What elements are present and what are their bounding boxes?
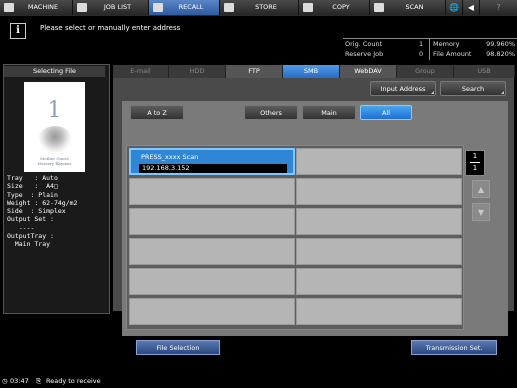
empty-address-slot[interactable] [296, 148, 462, 175]
store-icon [224, 3, 234, 12]
all-button[interactable]: All [360, 105, 412, 120]
main-button[interactable]: Main [302, 105, 356, 120]
machine-icon [4, 3, 14, 12]
reserve-job-value: 0 [419, 50, 424, 58]
empty-address-slot[interactable] [296, 178, 462, 205]
info-icon: i [10, 23, 26, 39]
empty-address-slot[interactable] [129, 208, 295, 235]
help-icon[interactable]: ? [480, 0, 517, 15]
search-button[interactable]: Search [440, 81, 506, 96]
scroll-down-button[interactable]: ▼ [472, 203, 490, 221]
counter-panel: Orig. Count 1 Memory 99.960% Reserve Job… [343, 38, 517, 60]
status-bar: ◷ 03:47 ⎘ Ready to receive [0, 375, 517, 388]
address-value: 192.168.3.152 [139, 164, 287, 173]
clock-icon: ◷ [2, 377, 8, 385]
empty-address-slot[interactable] [296, 238, 462, 265]
total-pages: 1 [472, 164, 478, 172]
tab-label: RECALL [178, 3, 204, 11]
status-icon: ⎘ [36, 377, 42, 385]
tab-store[interactable]: STORE [220, 0, 299, 15]
tab-usb[interactable]: USB [454, 65, 515, 78]
empty-address-slot[interactable] [296, 208, 462, 235]
scan-icon [374, 3, 384, 12]
input-address-button[interactable]: Input Address [370, 81, 436, 96]
address-name: PRESS_xxxx Scan [141, 153, 199, 161]
tab-email[interactable]: E-mail [113, 65, 169, 78]
thumbnail-caption: Mother Goose Nursery Rhymes [37, 156, 72, 166]
memory-label: Memory [433, 40, 460, 48]
reserve-job-label: Reserve Job [345, 50, 384, 58]
status-time: 03:47 [10, 377, 29, 385]
memory-value: 99.960% [486, 40, 515, 48]
recall-icon [153, 3, 163, 12]
transmission-set-button[interactable]: Transmission Set. [411, 340, 497, 355]
address-entry[interactable]: PRESS_xxxx Scan 192.168.3.152 [129, 148, 295, 175]
tab-machine[interactable]: MACHINE [0, 0, 73, 15]
thumbnail-illustration [38, 126, 72, 152]
tab-webdav[interactable]: WebDAV [340, 65, 397, 78]
tab-ftp[interactable]: FTP [226, 65, 283, 78]
globe-icon[interactable]: 🌐 [446, 0, 463, 15]
tab-label: COPY [332, 3, 350, 11]
tab-job-list[interactable]: JOB LIST [73, 0, 149, 15]
empty-address-slot[interactable] [296, 268, 462, 295]
empty-address-slot[interactable] [129, 298, 295, 325]
empty-address-slot[interactable] [296, 298, 462, 325]
page-indicator: 1 1 [465, 150, 485, 176]
empty-address-slot[interactable] [129, 178, 295, 205]
file-amount-value: 98.820% [486, 50, 515, 58]
job-list-icon [77, 3, 87, 12]
current-page: 1 [472, 152, 478, 160]
panel-title: Selecting File [4, 66, 105, 77]
tab-hdd[interactable]: HDD [169, 65, 226, 78]
tab-label: SCAN [405, 3, 424, 11]
status-text: Ready to receive [46, 377, 101, 385]
scroll-up-button[interactable]: ▲ [472, 180, 490, 198]
thumbnail-number: 1 [47, 98, 62, 123]
tab-label: MACHINE [27, 3, 59, 11]
others-button[interactable]: Others [244, 105, 298, 120]
tab-group[interactable]: Group [397, 65, 454, 78]
file-selection-button[interactable]: File Selection [136, 340, 220, 355]
orig-count-value: 1 [419, 40, 424, 48]
tab-smb[interactable]: SMB [283, 65, 340, 78]
tab-label: JOB LIST [103, 3, 132, 11]
orig-count-label: Orig. Count [345, 40, 383, 48]
top-menu-bar: MACHINE JOB LIST RECALL STORE COPY SCAN … [0, 0, 517, 16]
file-specs: Tray : Auto Size : A4□ Type : Plain Weig… [7, 174, 78, 249]
file-thumbnail: 1 Mother Goose Nursery Rhymes [24, 82, 85, 172]
empty-address-slot[interactable] [129, 268, 295, 295]
empty-address-slot[interactable] [129, 238, 295, 265]
file-amount-label: File Amount [433, 50, 472, 58]
tab-scan[interactable]: SCAN [370, 0, 446, 15]
copy-icon [303, 3, 313, 12]
a-to-z-button[interactable]: A to Z [130, 105, 184, 120]
volume-icon[interactable]: ◀ [463, 0, 480, 15]
tab-copy[interactable]: COPY [299, 0, 370, 15]
tab-label: STORE [255, 3, 277, 11]
tab-recall[interactable]: RECALL [149, 0, 220, 15]
message-text: Please select or manually enter address [40, 24, 181, 32]
